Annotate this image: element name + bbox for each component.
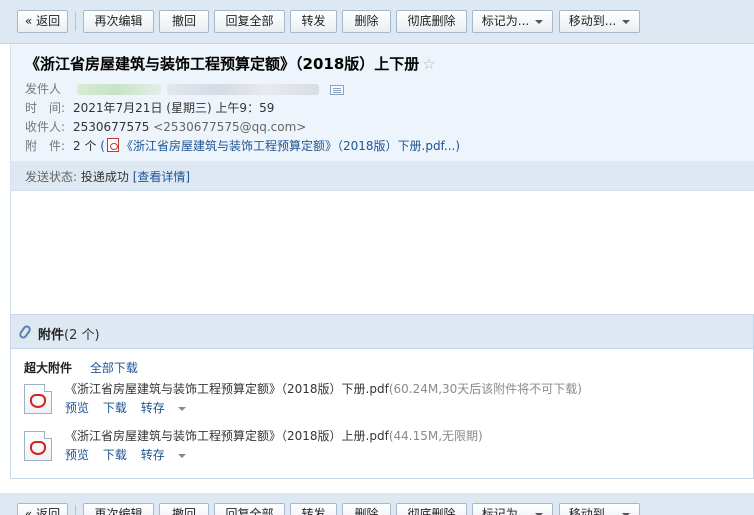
save-to-label: 转存	[140, 448, 165, 462]
attachments-count: (2 个)	[64, 328, 100, 343]
download-link[interactable]: 下载	[103, 401, 127, 415]
attachment-name: 《浙江省房屋建筑与装饰工程预算定额》（2018版）下册.pdf(60.24M,3…	[65, 380, 582, 397]
time-value: 2021年7月21日 (星期三) 上午9：59	[73, 101, 275, 115]
attachment-actions: 预览 下载 转存	[65, 399, 206, 416]
recipient-label: 收件人:	[25, 120, 66, 134]
recipient-row: 收件人: 2530677575 <2530677575@qq.com>	[25, 118, 306, 135]
recipient-address: <2530677575@qq.com>	[153, 120, 307, 134]
back-button[interactable]: « 返回	[17, 503, 68, 515]
delete-button[interactable]: 删除	[342, 503, 391, 515]
mark-as-dropdown[interactable]: 标记为...	[472, 10, 553, 33]
attachment-name: 《浙江省房屋建筑与装饰工程预算定额》（2018版）上册.pdf(44.15M,无…	[65, 427, 483, 444]
pdf-file-icon	[24, 431, 52, 461]
time-row: 时 间: 2021年7月21日 (星期三) 上午9：59	[25, 99, 274, 116]
move-to-label: 移动到...	[568, 14, 617, 28]
reedit-button[interactable]: 再次编辑	[83, 10, 154, 33]
attachment-filename[interactable]: 《浙江省房屋建筑与装饰工程预算定额》（2018版）上册.pdf	[65, 429, 389, 443]
save-to-dropdown[interactable]: 转存	[141, 401, 196, 415]
reply-all-button[interactable]: 回复全部	[214, 503, 285, 515]
email-body	[10, 190, 754, 314]
delete-permanently-button[interactable]: 彻底删除	[396, 10, 467, 33]
time-label: 时 间:	[25, 101, 66, 115]
attachment-filename[interactable]: 《浙江省房屋建筑与装饰工程预算定额》（2018版）下册.pdf	[65, 382, 389, 396]
attachment-item: 《浙江省房屋建筑与装饰工程预算定额》（2018版）下册.pdf(60.24M,3…	[24, 380, 744, 420]
chevron-down-icon	[535, 19, 544, 24]
download-link[interactable]: 下载	[103, 448, 127, 462]
sender-name-blurred	[76, 84, 161, 95]
attachment-link[interactable]: 《浙江省房屋建筑与装饰工程预算定额》（2018版）下册.pdf...	[121, 139, 455, 153]
attachments-title-text: 附件	[38, 328, 65, 343]
move-to-label: 移动到...	[568, 507, 617, 515]
move-to-dropdown[interactable]: 移动到...	[559, 503, 640, 515]
chevron-down-icon	[177, 453, 186, 458]
back-button[interactable]: « 返回	[17, 10, 68, 33]
forward-button[interactable]: 转发	[290, 503, 337, 515]
download-all-link[interactable]: 全部下载	[90, 361, 138, 375]
forward-button[interactable]: 转发	[290, 10, 337, 33]
attachment-row: 附 件: 2 个 ( 《浙江省房屋建筑与装饰工程预算定额》（2018版）下册.pdf…	[25, 137, 460, 154]
mark-as-label: 标记为...	[481, 14, 530, 28]
sender-row: 发件人	[25, 80, 345, 97]
top-toolbar: « 返回 再次编辑 撤回 回复全部 转发 删除 彻底删除 标记为... 移动到.…	[0, 0, 754, 44]
attachment-paren-close: )	[455, 139, 461, 153]
sender-address-blurred	[166, 84, 319, 95]
send-status-value: 投递成功	[80, 170, 129, 184]
view-details-link[interactable]: [查看详情]	[133, 170, 190, 184]
attachments-panel: 附件(2 个) 超大附件 全部下载 《浙江省房屋建筑与装饰工程预算定额》（201…	[10, 314, 754, 479]
paperclip-icon	[17, 323, 33, 341]
email-subject: 《浙江省房屋建筑与装饰工程预算定额》（2018版）上下册 ☆	[25, 53, 436, 74]
mark-as-label: 标记为...	[481, 507, 530, 515]
attachment-item: 《浙江省房屋建筑与装饰工程预算定额》（2018版）上册.pdf(44.15M,无…	[24, 427, 744, 467]
save-to-label: 转存	[140, 401, 165, 415]
chevron-down-icon	[177, 406, 186, 411]
attachment-actions: 预览 下载 转存	[65, 446, 206, 463]
recipient-name[interactable]: 2530677575	[73, 120, 149, 134]
super-attachments-row: 超大附件 全部下载	[24, 359, 138, 376]
email-header: 《浙江省房屋建筑与装饰工程预算定额》（2018版）上下册 ☆ 发件人 时 间: 20…	[10, 44, 754, 190]
recall-button[interactable]: 撤回	[159, 503, 209, 515]
attachment-meta: (60.24M,30天后该附件将不可下载)	[388, 382, 582, 396]
super-attachments-label: 超大附件	[24, 361, 73, 375]
preview-link[interactable]: 预览	[65, 401, 89, 415]
toolbar-divider	[75, 12, 76, 31]
attachment-meta: (44.15M,无限期)	[388, 429, 483, 443]
save-to-dropdown[interactable]: 转存	[141, 448, 196, 462]
toolbar-divider	[75, 505, 76, 515]
attachment-label: 附 件:	[25, 139, 66, 153]
send-status-label: 发送状态:	[25, 170, 78, 184]
pdf-file-icon	[24, 384, 52, 414]
delete-button[interactable]: 删除	[342, 10, 391, 33]
attachment-paren-open: (	[100, 139, 105, 153]
mark-as-dropdown[interactable]: 标记为...	[472, 503, 553, 515]
star-icon[interactable]: ☆	[422, 55, 435, 73]
reply-all-button[interactable]: 回复全部	[214, 10, 285, 33]
recall-button[interactable]: 撤回	[159, 10, 209, 33]
subject-text: 《浙江省房屋建筑与装饰工程预算定额》（2018版）上下册	[25, 55, 420, 73]
attachments-header: 附件(2 个)	[11, 315, 753, 349]
move-to-dropdown[interactable]: 移动到...	[559, 10, 640, 33]
address-book-icon[interactable]	[330, 84, 345, 95]
preview-link[interactable]: 预览	[65, 448, 89, 462]
reedit-button[interactable]: 再次编辑	[83, 503, 154, 515]
send-status: 发送状态: 投递成功 [查看详情]	[25, 168, 190, 185]
bottom-toolbar: « 返回 再次编辑 撤回 回复全部 转发 删除 彻底删除 标记为... 移动到.…	[0, 493, 754, 515]
attachment-count: 2 个	[73, 139, 97, 153]
send-status-bar: 发送状态: 投递成功 [查看详情]	[11, 161, 754, 190]
attachments-title: 附件(2 个)	[38, 324, 100, 343]
sender-label: 发件人	[25, 82, 62, 96]
delete-permanently-button[interactable]: 彻底删除	[396, 503, 467, 515]
pdf-icon	[106, 138, 119, 152]
chevron-down-icon	[622, 19, 631, 24]
